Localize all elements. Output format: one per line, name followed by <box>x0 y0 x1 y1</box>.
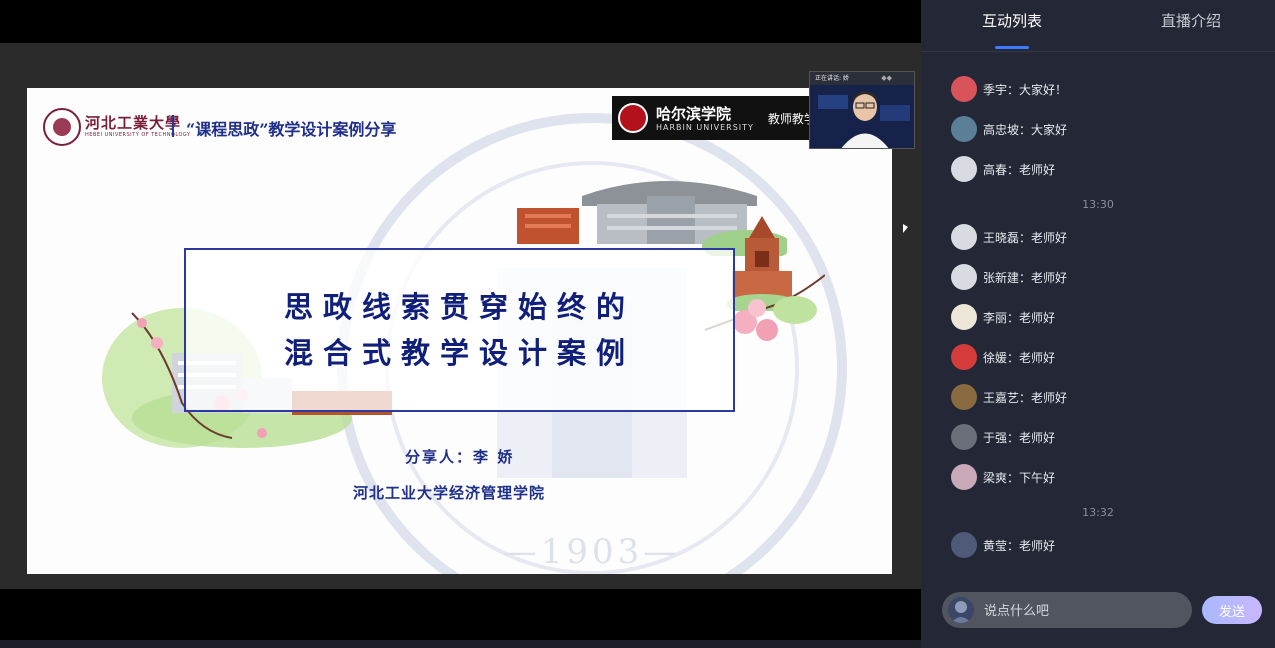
chat-message-text: 李丽：老师好 <box>983 310 1056 325</box>
user-avatar[interactable] <box>951 424 977 450</box>
user-avatar[interactable] <box>951 304 977 330</box>
chat-message: 王晓磊：老师好 <box>951 224 1067 250</box>
chat-message-text: 季宇：大家好！ <box>983 82 1068 97</box>
chat-message: 季宇：大家好！ <box>951 76 1067 102</box>
mouse-cursor <box>903 224 908 233</box>
slide-title-line-2: 混合式教学设计案例 <box>283 336 635 370</box>
chat-message-text: 梁爽：下午好 <box>983 470 1056 485</box>
user-avatar[interactable] <box>951 264 977 290</box>
presenter-name: 分享人：李 娇 <box>405 448 515 466</box>
speaker-webcam[interactable]: 正在讲话: 娇 ◆◆ <box>809 71 915 149</box>
university-name-en: HEBEI UNIVERSITY OF TECHNOLOGY <box>85 132 191 138</box>
chat-message-text: 高忠坡：大家好 <box>983 122 1068 137</box>
user-avatar[interactable] <box>951 532 977 558</box>
hebut-logo <box>43 108 81 146</box>
chat-message-text: 王晓磊：老师好 <box>983 230 1068 245</box>
send-button[interactable]: 发送 <box>1202 596 1262 624</box>
user-avatar[interactable] <box>951 76 977 102</box>
chat-message: 高春：老师好 <box>951 156 1055 182</box>
chat-message-text: 王嘉艺：老师好 <box>983 390 1068 405</box>
user-avatar[interactable] <box>951 116 977 142</box>
chat-timestamp: 13:32 <box>1082 506 1114 519</box>
chat-message-text: 黄莹：老师好 <box>983 538 1056 553</box>
user-avatar[interactable] <box>951 344 977 370</box>
chat-message-text: 徐媛：老师好 <box>983 350 1056 365</box>
interaction-panel: 互动列表 直播介绍 季宇：大家好！ 高忠坡：大家好 高春：老师好 13:30 王… <box>921 0 1275 648</box>
tab-interaction-list[interactable]: 互动列表 <box>947 0 1077 50</box>
active-tab-indicator <box>995 46 1029 49</box>
slide-title-line-1: 思政线索贯穿始终的 <box>283 290 635 324</box>
harbin-university-banner: 哈尔滨学院 HARBIN UNIVERSITY 教师教学 <box>612 96 832 140</box>
slide-title-box: 思政线索贯穿始终的 混合式教学设计案例 <box>184 248 735 412</box>
chat-input-bar <box>942 592 1192 628</box>
college-name: 河北工业大学经济管理学院 <box>353 484 546 502</box>
user-avatar[interactable] <box>951 384 977 410</box>
chat-message: 李丽：老师好 <box>951 304 1055 330</box>
user-avatar[interactable] <box>951 224 977 250</box>
harbin-name-block: 哈尔滨学院 HARBIN UNIVERSITY <box>656 105 754 132</box>
harbin-logo <box>618 103 648 133</box>
harbin-name-en: HARBIN UNIVERSITY <box>656 122 754 132</box>
slide-header-title: “课程思政”教学设计案例分享 <box>186 120 397 139</box>
chat-message: 于强：老师好 <box>951 424 1055 450</box>
watermark-year: —1903— <box>503 532 682 572</box>
chat-message-text: 于强：老师好 <box>983 430 1056 445</box>
chat-message: 张新建：老师好 <box>951 264 1067 290</box>
user-avatar[interactable] <box>951 156 977 182</box>
webcam-topbar: 正在讲话: 娇 ◆◆ <box>810 72 914 85</box>
speaker-label: 正在讲话: 娇 <box>815 75 849 82</box>
chat-message: 徐媛：老师好 <box>951 344 1055 370</box>
video-area: —1903— 河北工業大學 HEBEI UNIVERSITY OF TECHNO… <box>0 0 921 648</box>
chat-message-text: 高春：老师好 <box>983 162 1056 177</box>
chat-message: 黄莹：老师好 <box>951 532 1055 558</box>
chat-message: 梁爽：下午好 <box>951 464 1055 490</box>
chat-message: 高忠坡：大家好 <box>951 116 1067 142</box>
presentation-slide: —1903— 河北工業大學 HEBEI UNIVERSITY OF TECHNO… <box>27 88 892 574</box>
university-name: 河北工業大學 <box>85 114 182 132</box>
panel-tabs: 互动列表 直播介绍 <box>921 0 1275 52</box>
my-avatar-icon <box>951 601 971 623</box>
bottom-strip <box>0 640 921 648</box>
chat-input[interactable] <box>982 599 1186 623</box>
harbin-name-cn: 哈尔滨学院 <box>656 104 732 123</box>
chat-message-text: 张新建：老师好 <box>983 270 1068 285</box>
chat-timestamp: 13:30 <box>1082 198 1114 211</box>
webcam-more-icon[interactable]: ◆◆ <box>881 74 892 82</box>
my-avatar <box>948 597 974 623</box>
header-divider <box>172 115 174 137</box>
speaker-video-feed <box>810 85 914 148</box>
chat-message: 王嘉艺：老师好 <box>951 384 1067 410</box>
tab-live-intro[interactable]: 直播介绍 <box>1126 0 1256 50</box>
user-avatar[interactable] <box>951 464 977 490</box>
